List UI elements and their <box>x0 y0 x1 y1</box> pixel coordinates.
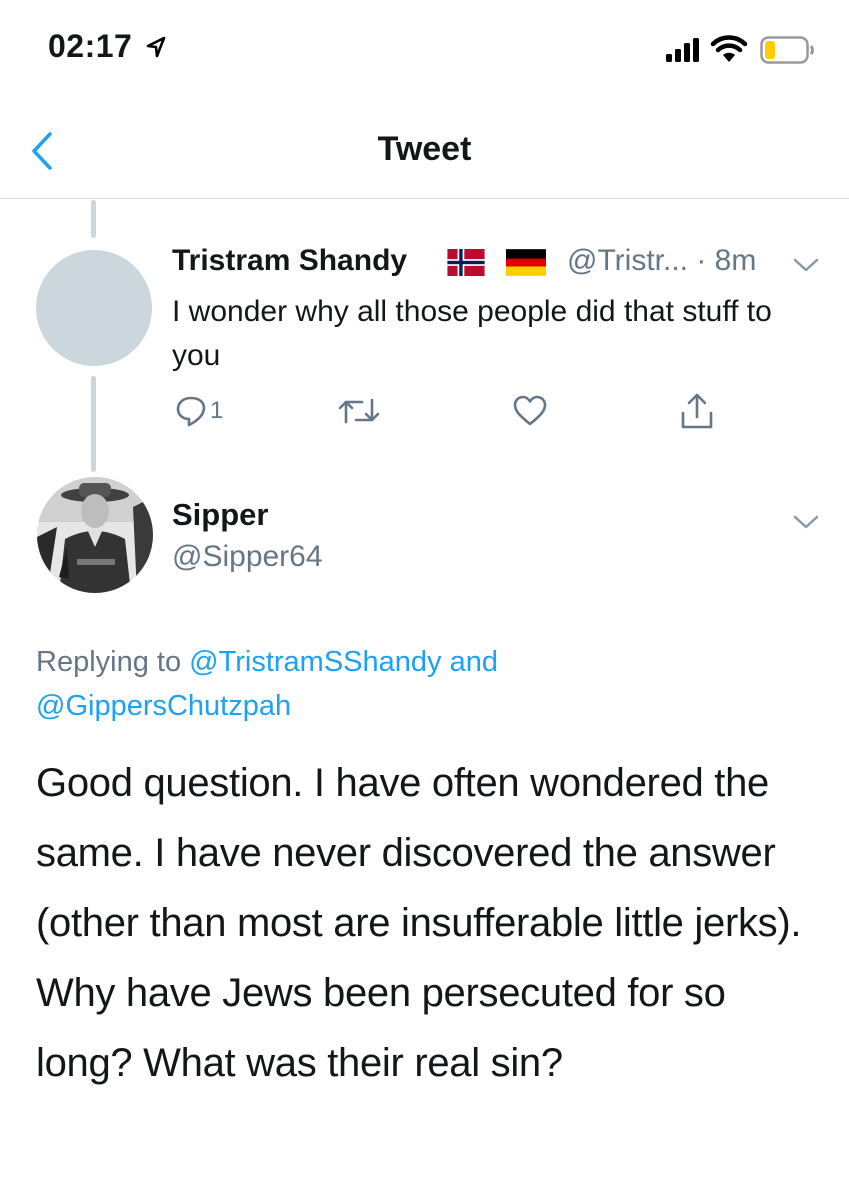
replying-to: Replying to @TristramSShandy and @Gippers… <box>36 640 816 728</box>
mention-link[interactable]: @GippersChutzpah <box>36 690 291 722</box>
tweet-handle-time: @Tristr... · 8m <box>567 244 757 277</box>
page-title: Tweet <box>377 130 472 168</box>
tweet-author-name[interactable]: Sipper <box>172 497 268 533</box>
replying-prefix: Replying to <box>36 646 182 678</box>
battery-low-icon <box>760 36 816 69</box>
wifi-icon <box>710 34 748 69</box>
share-icon[interactable] <box>679 391 715 436</box>
flag-germany-icon <box>506 249 546 281</box>
signal-icon <box>666 38 702 67</box>
chevron-down-icon <box>793 515 819 529</box>
status-time: 02:17 <box>48 28 133 64</box>
tweet-author-handle[interactable]: @Sipper64 <box>172 540 323 574</box>
tweet-menu-button[interactable] <box>792 513 820 536</box>
avatar-tristram[interactable] <box>36 250 152 366</box>
replying-and: and <box>449 646 498 678</box>
like-icon[interactable] <box>512 394 548 433</box>
chevron-down-icon <box>793 258 819 272</box>
retweet-icon[interactable] <box>336 394 382 433</box>
reply-icon[interactable] <box>174 394 208 433</box>
location-arrow-icon <box>146 36 166 63</box>
tweet-menu-button[interactable] <box>792 256 820 279</box>
tweet-text: Good question. I have often wondered the… <box>36 761 802 1085</box>
flag-norway-icon <box>446 249 486 281</box>
tweet-text: I wonder why all those people did that s… <box>172 295 772 372</box>
mention-link[interactable]: @TristramSShandy <box>189 646 441 678</box>
avatar-sipper[interactable] <box>37 477 153 593</box>
reply-count: 1 <box>210 397 224 424</box>
thread-line-top <box>91 200 96 238</box>
tweet-author-name[interactable]: Tristram Shandy <box>172 244 407 278</box>
header-divider <box>0 198 849 199</box>
thread-line <box>91 376 96 472</box>
